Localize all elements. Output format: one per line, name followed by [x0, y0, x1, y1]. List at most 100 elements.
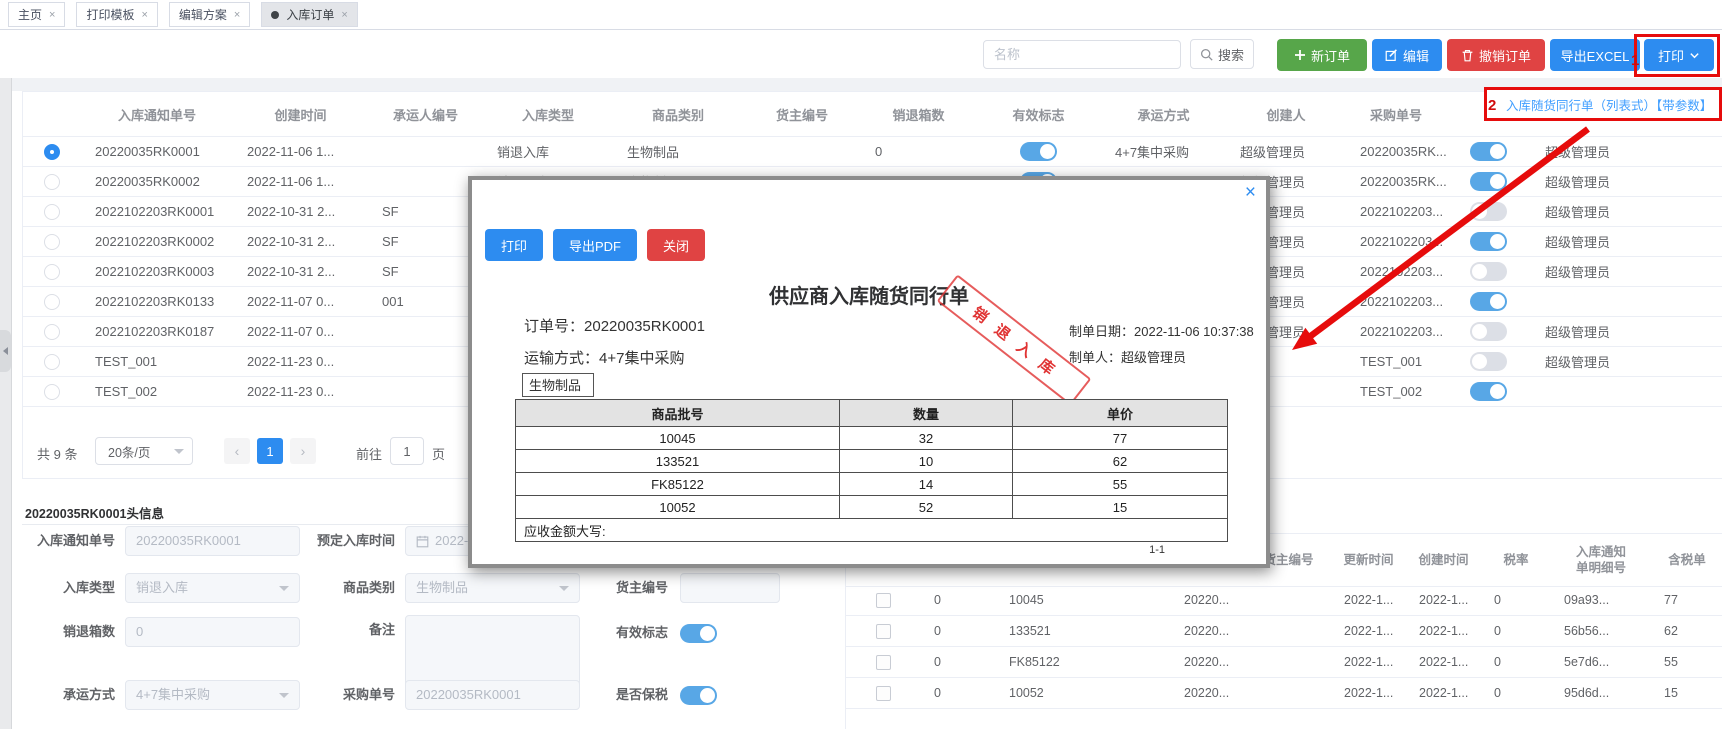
toggle[interactable] — [1470, 142, 1507, 161]
row-radio[interactable] — [44, 263, 60, 280]
toggle[interactable] — [1470, 202, 1507, 221]
toggle[interactable] — [1470, 292, 1507, 311]
column-header: 创建人 — [1266, 107, 1306, 123]
column-header: 承运方式 — [1137, 107, 1190, 123]
bonded-toggle[interactable] — [680, 686, 717, 705]
cell: 2022102203... — [1360, 204, 1444, 219]
close-icon[interactable]: × — [49, 9, 55, 21]
in-type-select[interactable]: 销退入库 — [125, 573, 300, 603]
table-row[interactable]: 0 10045 20220... 2022-1... 2022-1... 0 09a93..… — [846, 585, 1722, 616]
cell: 20220... — [1184, 624, 1230, 638]
close-icon[interactable]: × — [234, 9, 240, 21]
row-radio[interactable] — [44, 203, 60, 220]
cell: 20220... — [1184, 655, 1230, 669]
tab[interactable]: 入库订单 × — [261, 2, 358, 27]
collapsed-sidebar — [0, 78, 12, 729]
table-row[interactable]: 0 10052 20220... 2022-1... 2022-1... 0 95d6d..… — [846, 678, 1722, 709]
cell: 2022-11-07 0... — [247, 324, 335, 339]
owner-no-field[interactable] — [680, 573, 780, 603]
valid-flag-toggle[interactable] — [680, 624, 717, 643]
column-header: 货主编号 — [775, 107, 828, 123]
row-checkbox[interactable] — [876, 685, 891, 701]
row-radio[interactable] — [44, 383, 60, 400]
toggle[interactable] — [1020, 142, 1057, 161]
tab[interactable]: 主页 × — [8, 2, 66, 27]
new-order-button[interactable]: 新订单 — [1277, 39, 1367, 71]
table-row[interactable]: 20220035RK0001 2022-11-06 1... 销退入库 生物制品 0 4+… — [23, 137, 1722, 167]
cell: 2022102203RK0187 — [95, 324, 215, 339]
modal-export-pdf-button[interactable]: 导出PDF — [553, 229, 637, 261]
print-dropdown-item[interactable]: 入库随货同行单（列表式）【带参数】 — [1487, 95, 1712, 114]
table-row[interactable]: 0 FK85122 20220... 2022-1... 2022-1... 0 5e7d6… — [846, 647, 1722, 678]
close-icon[interactable]: × — [341, 9, 347, 21]
search-input[interactable] — [983, 40, 1181, 69]
page-size-select[interactable]: 20条/页 — [95, 437, 193, 465]
notice-no-value: 20220035RK0001 — [136, 533, 241, 548]
row-radio[interactable] — [44, 173, 60, 190]
notice-no-field: 20220035RK0001 — [125, 526, 300, 556]
cancel-order-button[interactable]: 撤销订单 — [1447, 39, 1545, 71]
maker-line: 制单人：超级管理员 — [1069, 347, 1186, 366]
modal-print-button[interactable]: 打印 — [485, 229, 543, 261]
toggle[interactable] — [1470, 322, 1507, 341]
cell: 20220035RK... — [1360, 144, 1446, 159]
cell: 2022-10-31 2... — [247, 234, 336, 249]
prev-page-button[interactable]: ‹ — [224, 438, 250, 464]
cell: 2022-11-07 0... — [247, 294, 335, 309]
goto-label: 前往 — [356, 447, 383, 462]
table-row[interactable]: 0 133521 20220... 2022-1... 2022-1... 0 56b56.… — [846, 616, 1722, 647]
cell — [1531, 287, 1651, 316]
search-button[interactable]: 搜索 — [1190, 39, 1254, 69]
carry-mode-select[interactable]: 4+7集中采购 — [125, 680, 300, 710]
tab[interactable]: 编辑方案 × — [168, 2, 251, 27]
items-table-header-row: 商品批号 数量 单价 — [515, 399, 1228, 427]
row-radio[interactable] — [44, 353, 60, 370]
cell — [1106, 678, 1171, 708]
cell: 5e7d6... — [1564, 655, 1610, 669]
toggle[interactable] — [1470, 172, 1507, 191]
po-no-value: 20220035RK0001 — [416, 687, 521, 702]
table-row: 133521 10 62 — [515, 449, 1228, 473]
cell: SF — [382, 234, 399, 249]
toggle[interactable] — [1470, 352, 1507, 371]
cell — [368, 137, 483, 166]
page-size-value: 20条/页 — [108, 445, 151, 460]
edit-button[interactable]: 编辑 — [1372, 39, 1442, 71]
modal-close-button[interactable]: 关闭 — [647, 229, 705, 261]
toggle[interactable] — [1470, 232, 1507, 251]
toggle[interactable] — [1470, 382, 1507, 401]
cell: SF — [382, 264, 399, 279]
close-icon[interactable]: × — [1245, 180, 1256, 206]
column-header: 税率 — [1503, 552, 1529, 567]
row-radio[interactable] — [44, 143, 60, 160]
column-header: 有效标志 — [1012, 107, 1065, 123]
row-radio[interactable] — [44, 233, 60, 250]
goto-page-input[interactable] — [390, 437, 424, 465]
row-checkbox[interactable] — [876, 623, 891, 639]
row-radio[interactable] — [44, 323, 60, 340]
order-no-line: 订单号：20220035RK0001 — [524, 315, 705, 336]
toggle[interactable] — [1470, 262, 1507, 281]
goods-cat-select[interactable]: 生物制品 — [405, 573, 580, 603]
print-preview-dialog: × 打印 导出PDF 关闭 供应商入库随货同行单 订单号：20220035RK0… — [468, 176, 1270, 568]
export-excel-button[interactable]: 导出EXCEL — [1550, 39, 1640, 71]
cell: 15 — [1012, 495, 1228, 519]
row-checkbox[interactable] — [876, 654, 891, 670]
row-radio[interactable] — [44, 293, 60, 310]
remark-textarea[interactable] — [405, 615, 580, 689]
row-checkbox[interactable] — [876, 592, 891, 608]
cell: 77 — [1012, 426, 1228, 450]
cell: TEST_002 — [95, 384, 158, 399]
current-page-button[interactable]: 1 — [257, 438, 283, 464]
sidebar-collapse-handle[interactable] — [0, 330, 11, 372]
cell — [368, 377, 483, 406]
column-header: 商品类别 — [651, 107, 704, 123]
cell: 0 — [875, 144, 883, 159]
tab[interactable]: 打印模板 × — [76, 2, 158, 27]
export-excel-label: 导出EXCEL — [1560, 48, 1630, 64]
close-icon[interactable]: × — [141, 9, 147, 21]
valid-flag-label: 有效标志 — [615, 625, 668, 640]
cell: 2022102203RK0002 — [95, 234, 215, 249]
next-page-button[interactable]: › — [290, 438, 316, 464]
notice-no-label: 入库通知单号 — [36, 533, 115, 548]
